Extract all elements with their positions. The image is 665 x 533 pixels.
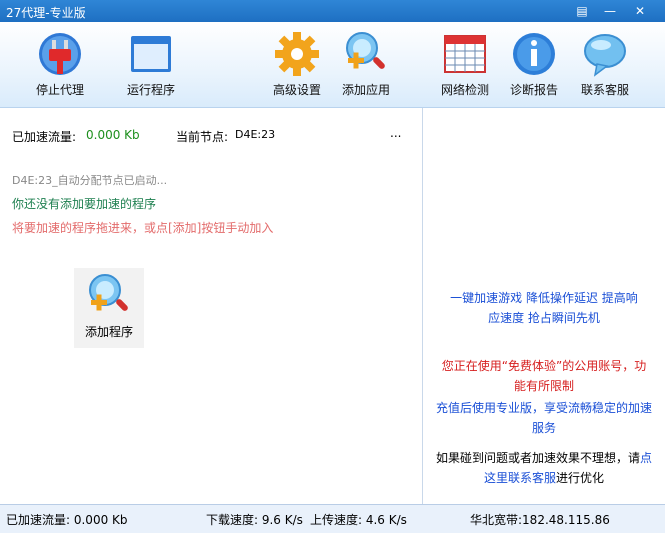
- add-search-icon: [89, 274, 128, 311]
- contact-support-button[interactable]: 联系客服: [567, 28, 643, 104]
- free-account-warning: 您正在使用“免费体验”的公用账号，功 能有所限制: [431, 356, 657, 396]
- upgrade-line-1: 充值后使用专业版，享受流畅稳定的加速: [435, 401, 652, 415]
- contact-support-link[interactable]: 这里联系客服: [484, 471, 556, 485]
- info-panel: 一键加速游戏 降低操作延迟 提高响 应速度 抢占瞬间先机 您正在使用“免费体验”…: [423, 108, 665, 504]
- promo-line-2: 应速度 抢占瞬间先机: [488, 311, 600, 325]
- help-suffix: 进行优化: [556, 471, 605, 485]
- gear-icon: [275, 32, 319, 76]
- add-app-label: 添加应用: [341, 83, 390, 97]
- node-more-button[interactable]: ...: [390, 126, 401, 140]
- add-program-tile[interactable]: 添加程序: [74, 268, 144, 348]
- promo-text: 一键加速游戏 降低操作延迟 提高响 应速度 抢占瞬间先机: [431, 288, 657, 328]
- accel-traffic-label: 已加速流量:: [12, 130, 77, 144]
- network-check-label: 网络检测: [440, 83, 489, 97]
- add-app-button[interactable]: 添加应用: [328, 28, 404, 104]
- info-icon: [513, 33, 555, 75]
- toolbar: 停止代理 运行程序 高级设置 添加应用 网络检测 诊断报告 联系客服: [0, 22, 665, 108]
- menu-icon[interactable]: ▤: [574, 3, 590, 19]
- warn-line-2: 能有所限制: [513, 379, 574, 393]
- title-bar: 27代理-专业版 ▤ — ✕: [0, 0, 665, 22]
- help-link-part1[interactable]: 点: [640, 451, 652, 465]
- diagnose-report-label: 诊断报告: [509, 83, 558, 97]
- status-bar: 已加速流量: 0.000 Kb 下载速度: 9.6 K/s 上传速度: 4.6 …: [0, 504, 665, 533]
- plug-icon: [39, 33, 81, 75]
- window-icon: [131, 36, 171, 72]
- network-check-button[interactable]: 网络检测: [427, 28, 503, 104]
- status-upload-speed: 上传速度: 4.6 K/s: [310, 513, 407, 527]
- warn-line-1: 您正在使用“免费体验”的公用账号，功: [441, 359, 647, 373]
- calendar-grid-icon: [444, 35, 486, 73]
- stop-proxy-button[interactable]: 停止代理: [22, 28, 98, 104]
- diagnose-report-button[interactable]: 诊断报告: [496, 28, 572, 104]
- advanced-settings-label: 高级设置: [272, 83, 321, 97]
- run-program-button[interactable]: 运行程序: [113, 28, 189, 104]
- current-node-label: 当前节点:: [176, 130, 229, 144]
- minimize-icon[interactable]: —: [602, 3, 618, 19]
- help-prefix: 如果碰到问题或者加速效果不理想，请: [435, 451, 640, 465]
- hint-no-program: 你还没有添加要加速的程序: [12, 197, 157, 211]
- current-node-value: D4E:23: [235, 128, 276, 141]
- run-program-label: 运行程序: [126, 83, 175, 97]
- status-accel-traffic: 已加速流量: 0.000 Kb: [6, 513, 128, 527]
- add-search-icon: [346, 32, 385, 69]
- promo-line-1: 一键加速游戏 降低操作延迟 提高响: [450, 291, 638, 305]
- log-line: D4E:23_自动分配节点已启动...: [12, 174, 168, 187]
- help-text: 如果碰到问题或者加速效果不理想，请点 这里联系客服进行优化: [431, 448, 657, 488]
- status-download-speed: 下载速度: 9.6 K/s: [206, 513, 303, 527]
- add-program-label: 添加程序: [84, 325, 133, 339]
- window-title: 27代理-专业版: [6, 6, 86, 20]
- program-panel[interactable]: 已加速流量: 0.000 Kb 当前节点: D4E:23 ... D4E:23_…: [0, 108, 423, 504]
- contact-support-label: 联系客服: [580, 83, 629, 97]
- upgrade-text: 充值后使用专业版，享受流畅稳定的加速 服务: [431, 398, 657, 438]
- status-ip: 华北宽带:182.48.115.86: [470, 513, 610, 527]
- stop-proxy-label: 停止代理: [35, 83, 84, 97]
- advanced-settings-button[interactable]: 高级设置: [259, 28, 335, 104]
- accel-traffic-value: 0.000 Kb: [86, 128, 140, 142]
- hint-drag: 将要加速的程序拖进来，或点[添加]按钮手动加入: [12, 221, 274, 235]
- chat-bubble-icon: [584, 34, 626, 77]
- close-icon[interactable]: ✕: [632, 3, 648, 19]
- upgrade-line-2: 服务: [531, 421, 556, 435]
